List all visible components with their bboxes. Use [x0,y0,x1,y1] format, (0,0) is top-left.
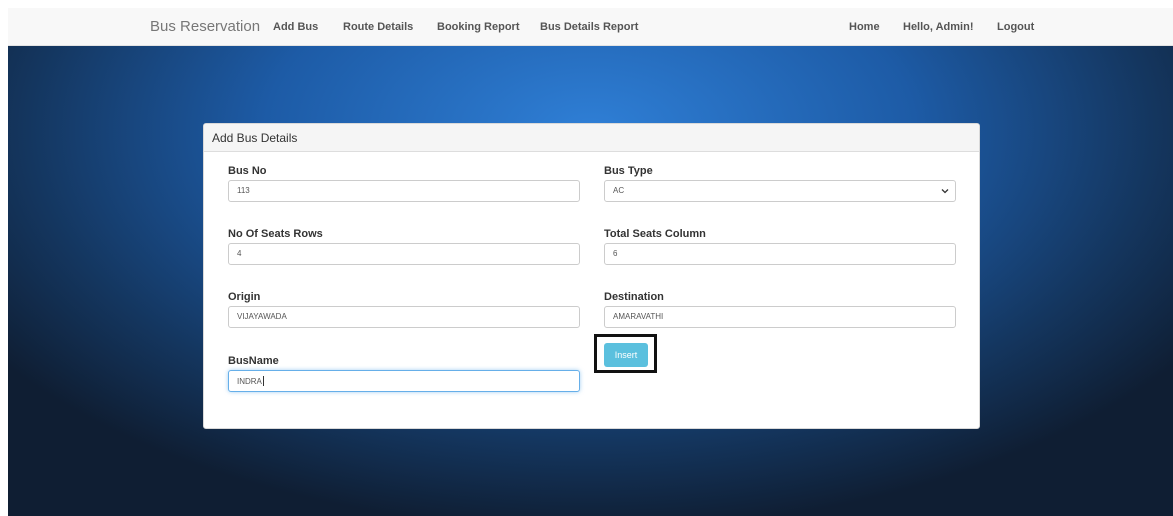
seat-columns-label: Total Seats Column [604,228,706,240]
bus-no-input[interactable]: 113 [228,180,580,202]
destination-value: AMARAVATHI [613,312,664,321]
panel-heading: Add Bus Details [204,124,979,152]
nav-route-details[interactable]: Route Details [343,21,413,33]
nav-user-greeting[interactable]: Hello, Admin! [903,21,973,33]
bus-type-select[interactable]: AC [604,180,956,202]
panel-title: Add Bus Details [212,131,298,145]
bus-no-label: Bus No [228,165,267,177]
brand-link[interactable]: Bus Reservation [150,18,260,35]
text-cursor [262,376,264,386]
nav-home[interactable]: Home [849,21,880,33]
bus-no-value: 113 [237,186,250,195]
nav-booking-report[interactable]: Booking Report [437,21,520,33]
seat-columns-value: 6 [613,249,618,258]
insert-button[interactable]: Insert [604,343,648,367]
chevron-down-icon [941,189,949,194]
bus-name-text: INDRA [237,377,262,386]
destination-label: Destination [604,291,664,303]
bus-name-label: BusName [228,355,279,367]
seat-rows-value: 4 [237,249,242,258]
nav-bus-details-report[interactable]: Bus Details Report [540,21,638,33]
seat-rows-label: No Of Seats Rows [228,228,323,240]
bus-type-value: AC [613,186,625,195]
insert-button-highlight: Insert [594,334,657,373]
top-navbar: Bus Reservation Add Bus Route Details Bo… [8,8,1173,46]
destination-input[interactable]: AMARAVATHI [604,306,956,328]
bus-name-value: INDRA [237,376,264,386]
nav-logout[interactable]: Logout [997,21,1034,33]
origin-label: Origin [228,291,261,303]
nav-add-bus[interactable]: Add Bus [273,21,318,33]
origin-input[interactable]: VIJAYAWADA [228,306,580,328]
bus-name-input[interactable]: INDRA [228,370,580,392]
bus-type-label: Bus Type [604,165,653,177]
app-frame: Bus Reservation Add Bus Route Details Bo… [8,8,1173,516]
seat-columns-input[interactable]: 6 [604,243,956,265]
add-bus-panel: Add Bus Details Bus No 113 Bus Type AC N… [203,123,980,429]
seat-rows-input[interactable]: 4 [228,243,580,265]
origin-value: VIJAYAWADA [237,312,287,321]
